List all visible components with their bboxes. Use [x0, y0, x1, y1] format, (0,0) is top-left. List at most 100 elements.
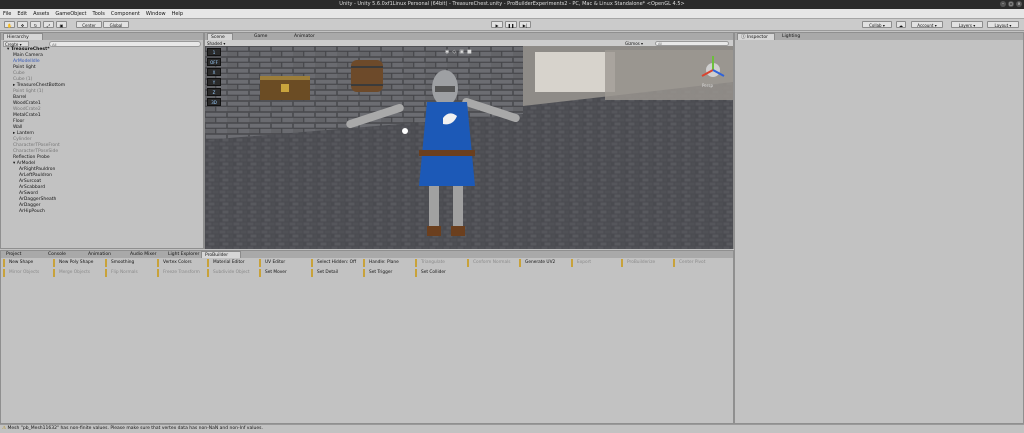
menu-tools[interactable]: Tools [93, 11, 105, 17]
move-tool-icon[interactable]: ✥ [17, 21, 28, 28]
scene-side-button[interactable]: Y [207, 78, 221, 86]
pause-button[interactable]: ❚❚ [505, 21, 517, 28]
probuilder-button[interactable]: Center Pivot [673, 259, 721, 267]
scene-mode-icons: ◉ ◇ ▣ ■ [445, 49, 505, 56]
probuilder-button[interactable]: Material Editor [207, 259, 255, 267]
menu-file[interactable]: File [3, 11, 11, 17]
hierarchy-item-label: ArModelIdle [13, 59, 40, 64]
menu-component[interactable]: Component [111, 11, 140, 17]
hierarchy-item-label: Cube [13, 71, 25, 76]
pivot-center-toggle[interactable]: Center [76, 21, 102, 28]
layout-label: Layout [994, 23, 1009, 28]
hand-tool-icon[interactable]: ✋ [4, 21, 15, 28]
hierarchy-item-label: WoodCrate1 [13, 101, 41, 106]
hierarchy-item-label: ArLeftPauldron [19, 173, 52, 178]
scale-tool-icon[interactable]: ⤢ [43, 21, 54, 28]
probuilder-button[interactable]: Handle: Plane [363, 259, 411, 267]
probuilder-button[interactable]: New Shape [3, 259, 51, 267]
probuilder-button[interactable]: Generate UV2 [519, 259, 567, 267]
tab-probuilder[interactable]: ProBuilder [201, 251, 241, 258]
cloud-icon[interactable]: ☁ [896, 21, 906, 28]
tab-game[interactable]: Game [251, 33, 273, 40]
menu-assets[interactable]: Assets [33, 11, 49, 17]
probuilder-button[interactable]: Set Mover [259, 269, 307, 277]
object-mode-icon[interactable]: ■ [467, 49, 472, 56]
hierarchy-item-label: Reflection Probe [13, 155, 50, 160]
layout-dropdown[interactable]: Layout ▾ [987, 21, 1019, 28]
tab-audio-mixer[interactable]: Audio Mixer [127, 251, 163, 258]
tab-light-explorer[interactable]: Light Explorer [165, 251, 205, 258]
tab-animator[interactable]: Animator [291, 33, 321, 40]
menu-gameobject[interactable]: GameObject [55, 11, 86, 17]
probuilder-button[interactable]: New Poly Shape [53, 259, 101, 267]
hierarchy-item-label: ArDaggerSheath [19, 197, 57, 202]
probuilder-button[interactable]: Set Detail [311, 269, 359, 277]
tab-lighting[interactable]: Lighting [779, 33, 813, 40]
probuilder-button[interactable]: Conform Normals [467, 259, 515, 267]
hierarchy-item-label: Cylinder [13, 137, 32, 142]
hierarchy-panel: Hierarchy Create ▾ ▾ TreasureChest*Main … [0, 32, 204, 249]
maximize-icon[interactable]: □ [1008, 1, 1014, 7]
status-message[interactable]: Mesh "pb_Mesh11632" has non-finite value… [7, 426, 262, 431]
tab-project[interactable]: Project [3, 251, 33, 258]
probuilder-button[interactable]: Freeze Transform [157, 269, 205, 277]
close-icon[interactable]: × [1016, 1, 1022, 7]
vertex-mode-icon[interactable]: ◉ [445, 49, 449, 56]
tab-hierarchy[interactable]: Hierarchy [3, 33, 43, 40]
hierarchy-tab-label: Hierarchy [7, 35, 29, 40]
persp-label[interactable]: Persp [702, 83, 713, 88]
face-mode-icon[interactable]: ▣ [459, 49, 464, 56]
hierarchy-item-label: Point light (1) [13, 89, 44, 94]
menu-edit[interactable]: Edit [17, 11, 27, 17]
edge-mode-icon[interactable]: ◇ [452, 49, 456, 56]
probuilder-button[interactable]: Triangulate [415, 259, 463, 267]
collab-button[interactable]: Collab ▾ [862, 21, 892, 28]
tab-inspector-label: Inspector [746, 35, 768, 40]
probuilder-button[interactable]: Flip Normals [105, 269, 153, 277]
scene-side-button[interactable]: 1 [207, 48, 221, 56]
scene-render [205, 46, 733, 249]
hierarchy-item-label: ArSword [19, 191, 38, 196]
play-button[interactable]: ▶ [491, 21, 503, 28]
hierarchy-item-label: ArHipPouch [19, 209, 45, 214]
tab-inspector[interactable]: ⓘ Inspector [737, 33, 775, 40]
tab-scene[interactable]: Scene [207, 33, 233, 40]
probuilder-button[interactable]: Smoothing [105, 259, 153, 267]
menu-window[interactable]: Window [146, 11, 166, 17]
probuilder-button[interactable]: Set Trigger [363, 269, 411, 277]
probuilder-button[interactable]: ProBuilderize [621, 259, 669, 267]
tab-animation[interactable]: Animation [85, 251, 123, 258]
window-title: Unity - Unity 5.6.0xf1Linux Personal (64… [339, 1, 685, 7]
hierarchy-item-label: ArScabbard [19, 185, 46, 190]
hierarchy-item-label: ArDagger [19, 203, 41, 208]
window-controls: – □ × [1000, 1, 1022, 8]
tab-game-label: Game [254, 34, 268, 39]
scene-side-button[interactable]: X [207, 68, 221, 76]
menu-help[interactable]: Help [172, 11, 183, 17]
probuilder-button[interactable]: Mirror Objects [3, 269, 51, 277]
step-button[interactable]: ▶| [519, 21, 531, 28]
tab-project-label: Project [6, 252, 22, 257]
probuilder-button[interactable]: UV Editor [259, 259, 307, 267]
scene-viewport[interactable]: Persp 1 OFF X Y Z 3D ◉ ◇ ▣ ■ [205, 46, 733, 249]
tab-console[interactable]: Console [45, 251, 75, 258]
scene-side-button[interactable]: 3D [207, 98, 221, 106]
rotate-tool-icon[interactable]: ↻ [30, 21, 41, 28]
rect-tool-icon[interactable]: ▣ [56, 21, 67, 28]
pivot-label: Center [82, 23, 96, 28]
layers-dropdown[interactable]: Layers ▾ [951, 21, 983, 28]
probuilder-button[interactable]: Vertex Colors [157, 259, 205, 267]
space-label: Global [109, 23, 123, 28]
probuilder-button[interactable]: Merge Objects [53, 269, 101, 277]
minimize-icon[interactable]: – [1000, 1, 1006, 7]
hierarchy-item[interactable]: ArHipPouch [1, 209, 45, 215]
probuilder-button[interactable]: Subdivide Object [207, 269, 255, 277]
scene-side-button[interactable]: OFF [207, 58, 221, 66]
pivot-space-toggle[interactable]: Global [103, 21, 129, 28]
tab-light-explorer-label: Light Explorer [168, 252, 200, 257]
scene-side-button[interactable]: Z [207, 88, 221, 96]
probuilder-button[interactable]: Select Hidden: Off [311, 259, 359, 267]
account-dropdown[interactable]: Account ▾ [911, 21, 943, 28]
probuilder-button[interactable]: Set Collider [415, 269, 463, 277]
probuilder-button[interactable]: Export [571, 259, 619, 267]
